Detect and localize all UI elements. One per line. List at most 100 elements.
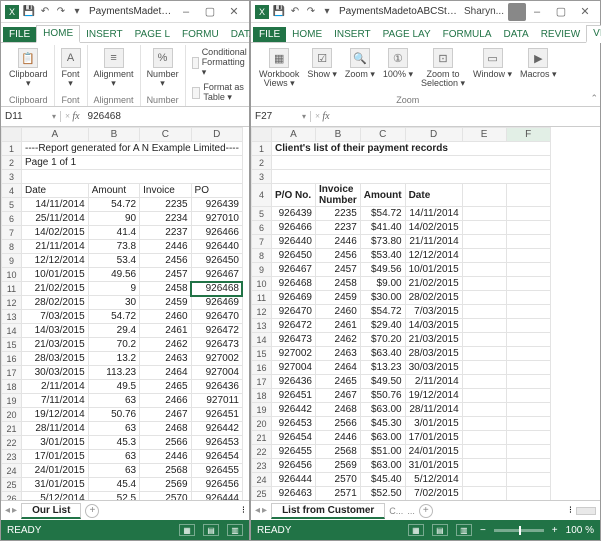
cell[interactable]: 54.72 [88, 198, 139, 212]
cell[interactable]: 54.72 [88, 310, 139, 324]
cell[interactable]: 45.3 [88, 436, 139, 450]
cell[interactable]: 926436 [191, 380, 242, 394]
page-break-view-icon[interactable]: ▥ [456, 524, 472, 536]
row-header-17[interactable]: 17 [2, 366, 22, 380]
cell[interactable]: 2237 [140, 226, 191, 240]
cell[interactable]: 2460 [140, 310, 191, 324]
row-header-3[interactable]: 3 [2, 170, 22, 184]
cell[interactable]: $13.23 [360, 361, 405, 375]
row-header-24[interactable]: 24 [2, 464, 22, 478]
row-header-7[interactable]: 7 [2, 226, 22, 240]
cell[interactable]: 12/12/2014 [405, 249, 462, 263]
cell[interactable] [506, 347, 550, 361]
cell[interactable]: 28/03/2015 [405, 347, 462, 361]
cell[interactable]: 113.23 [88, 366, 139, 380]
grid-left[interactable]: ABCD1----Report generated for A N Exampl… [1, 127, 249, 500]
cell[interactable]: 14/11/2014 [405, 207, 462, 221]
row-header-23[interactable]: 23 [252, 459, 272, 473]
cell[interactable]: 28/11/2014 [22, 422, 89, 436]
cell[interactable]: 926455 [272, 445, 316, 459]
row-header-19[interactable]: 19 [252, 403, 272, 417]
row-header-4[interactable]: 4 [252, 184, 272, 207]
tab-file[interactable]: FILE [3, 27, 36, 42]
tab-nav-prev-icon[interactable]: ◂ [5, 505, 10, 516]
name-box[interactable]: F27▾ [251, 111, 311, 122]
cell[interactable] [462, 249, 506, 263]
cell[interactable] [506, 445, 550, 459]
tab-split-icon[interactable]: ⁝ [242, 505, 245, 516]
cell[interactable]: 12/12/2014 [22, 254, 89, 268]
cell[interactable]: 926468 [191, 282, 242, 296]
col-header-B[interactable]: B [88, 128, 139, 142]
cell[interactable] [462, 207, 506, 221]
cell[interactable]: 31/01/2015 [405, 459, 462, 473]
maximize-icon[interactable]: ▢ [550, 5, 572, 19]
cell[interactable]: 926451 [191, 408, 242, 422]
redo-icon[interactable]: ↷ [305, 6, 317, 18]
cell[interactable]: 5/12/2014 [22, 492, 89, 501]
cell[interactable]: 2235 [140, 198, 191, 212]
horizontal-scroll[interactable] [576, 507, 596, 515]
row-header-20[interactable]: 20 [2, 408, 22, 422]
tab-nav-next-icon[interactable]: ▸ [12, 505, 17, 516]
row-header-18[interactable]: 18 [2, 380, 22, 394]
cell[interactable]: 73.8 [88, 240, 139, 254]
row-header-21[interactable]: 21 [252, 431, 272, 445]
cell[interactable]: 927002 [191, 352, 242, 366]
cell[interactable]: 21/02/2015 [405, 277, 462, 291]
sheet-tab[interactable]: Our List [21, 503, 81, 519]
cell[interactable] [506, 221, 550, 235]
cell[interactable]: 10/01/2015 [405, 263, 462, 277]
cell[interactable]: $45.30 [360, 417, 405, 431]
cell[interactable]: $53.40 [360, 249, 405, 263]
sheet-tab-more2[interactable]: ... [407, 506, 415, 516]
cell[interactable]: ----Report generated for A N Example Lim… [22, 142, 243, 156]
close-icon[interactable]: ✕ [574, 5, 596, 19]
row-header-5[interactable]: 5 [2, 198, 22, 212]
cell[interactable]: 14/03/2015 [405, 319, 462, 333]
row-header-23[interactable]: 23 [2, 450, 22, 464]
cell[interactable] [462, 361, 506, 375]
cell[interactable]: 926456 [272, 459, 316, 473]
row-header-17[interactable]: 17 [252, 375, 272, 389]
cell[interactable]: 926440 [272, 235, 316, 249]
cell[interactable]: $51.00 [360, 445, 405, 459]
cell[interactable] [462, 459, 506, 473]
row-header-12[interactable]: 12 [2, 296, 22, 310]
cell[interactable]: 21/11/2014 [405, 235, 462, 249]
cell[interactable]: 926442 [191, 422, 242, 436]
qat-dropdown-icon[interactable]: ▾ [321, 6, 333, 18]
zoom-button[interactable]: 🔍Zoom ▾ [343, 46, 377, 81]
row-header-9[interactable]: 9 [252, 263, 272, 277]
cell[interactable]: 2457 [316, 263, 361, 277]
cell[interactable]: 10/01/2015 [22, 268, 89, 282]
cell[interactable]: 926468 [272, 277, 316, 291]
tab-data[interactable]: DATA [498, 27, 535, 42]
cell[interactable]: 24/01/2015 [22, 464, 89, 478]
undo-icon[interactable]: ↶ [289, 6, 301, 18]
cell[interactable]: 926451 [272, 389, 316, 403]
cell[interactable]: 2/11/2014 [22, 380, 89, 394]
maximize-icon[interactable]: ▢ [199, 5, 221, 19]
tab-insert[interactable]: INSERT [80, 27, 129, 42]
show-button[interactable]: ☑Show ▾ [305, 46, 339, 81]
cell[interactable]: 2460 [316, 305, 361, 319]
cell[interactable]: 926442 [272, 403, 316, 417]
row-header-14[interactable]: 14 [252, 333, 272, 347]
cell[interactable]: $63.00 [360, 459, 405, 473]
row-header-7[interactable]: 7 [252, 235, 272, 249]
cell[interactable] [462, 347, 506, 361]
cell[interactable]: 21/02/2015 [22, 282, 89, 296]
cell[interactable]: 14/02/2015 [405, 221, 462, 235]
cell[interactable] [506, 305, 550, 319]
cell[interactable]: 2571 [316, 487, 361, 501]
row-header-16[interactable]: 16 [2, 352, 22, 366]
cell[interactable] [506, 473, 550, 487]
cell[interactable]: $54.72 [360, 305, 405, 319]
tab-home[interactable]: HOME [286, 27, 328, 42]
cell[interactable]: 53.4 [88, 254, 139, 268]
cell[interactable]: 2446 [316, 431, 361, 445]
cell[interactable]: 2569 [140, 478, 191, 492]
cell[interactable]: 2457 [140, 268, 191, 282]
normal-view-icon[interactable]: ▦ [408, 524, 424, 536]
